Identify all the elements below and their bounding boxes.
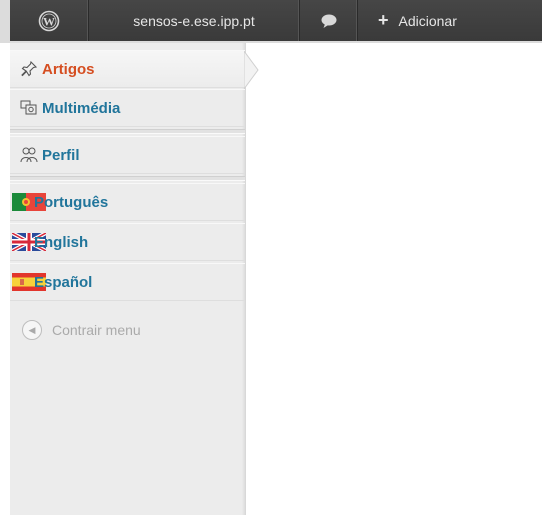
media-icon (18, 100, 40, 116)
menu-item-espanol[interactable]: Español (10, 263, 245, 301)
pushpin-icon (18, 60, 40, 78)
menu-item-label: Español (34, 273, 93, 291)
add-new-button[interactable]: + Adicionar (358, 0, 542, 41)
menu-item-label: Português (34, 193, 109, 211)
admin-bar-inner: W sensos-e.ese.ipp.pt + Adicionar (10, 0, 542, 41)
menu-item-english[interactable]: English (10, 223, 245, 261)
menu-item-artigos[interactable]: Artigos (10, 50, 259, 89)
collapse-arrow-icon: ◀ (22, 320, 42, 340)
collapse-menu-button[interactable]: ◀ Contrair menu (22, 320, 141, 340)
menu-item-label: Multimédia (42, 99, 121, 117)
menu-item-label: Perfil (42, 146, 80, 164)
menu-separator (10, 129, 245, 134)
menu-item-portugues[interactable]: Português (10, 183, 245, 221)
admin-bar: W sensos-e.ese.ipp.pt + Adicionar (0, 0, 542, 43)
users-icon (18, 146, 40, 164)
menu-item-multimedia[interactable]: Multimédia (10, 89, 245, 127)
add-new-label: Adicionar (398, 12, 457, 29)
menu-separator (10, 176, 245, 181)
plus-icon: + (378, 10, 389, 30)
menu-item-label: Artigos (42, 60, 95, 78)
menu-item-perfil[interactable]: Perfil (10, 136, 245, 174)
site-name-text: sensos-e.ese.ipp.pt (133, 12, 255, 29)
menu-item-label: English (34, 233, 89, 251)
comment-bubble-icon (321, 14, 336, 28)
svg-text:W: W (43, 14, 55, 28)
collapse-menu-label: Contrair menu (52, 322, 141, 338)
wordpress-logo-icon: W (38, 10, 60, 31)
admin-sidebar-menu: Artigos Multimédia Perfil Português Engl… (10, 43, 259, 515)
comments-button[interactable] (300, 0, 358, 41)
wordpress-logo-button[interactable]: W (10, 0, 89, 41)
site-name-link[interactable]: sensos-e.ese.ipp.pt (89, 0, 300, 41)
current-arrow-indicator (244, 51, 259, 89)
